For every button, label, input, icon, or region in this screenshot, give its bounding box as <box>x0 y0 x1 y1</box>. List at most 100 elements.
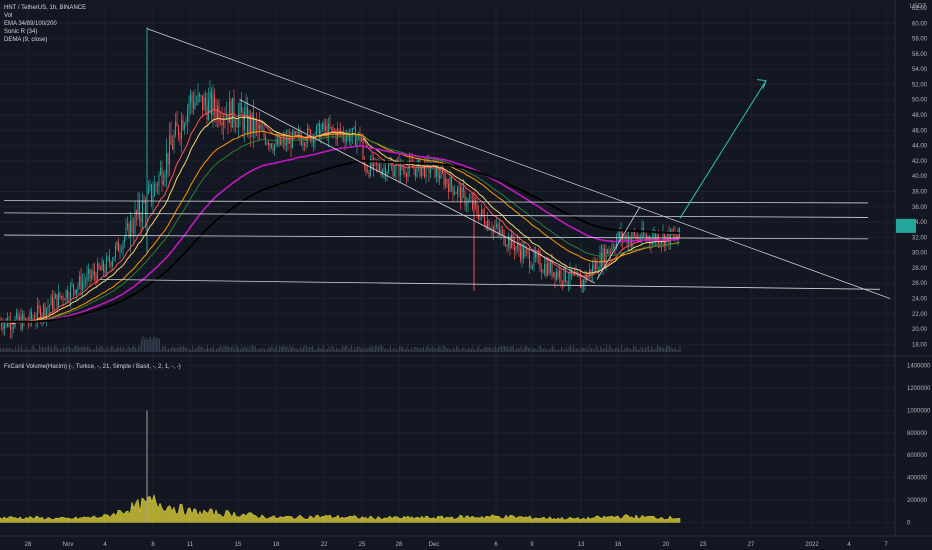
volume-bar <box>4 348 6 352</box>
volume-bar <box>360 348 361 352</box>
volume-bar <box>105 349 106 352</box>
volume-bar <box>231 347 232 352</box>
candle-body <box>592 265 593 276</box>
volume-bar <box>51 345 52 352</box>
volume-bar <box>445 347 447 352</box>
volume-bar <box>430 347 432 352</box>
indicator-dema[interactable]: DEMA (9, close) <box>4 36 86 44</box>
volume-bar <box>612 349 613 352</box>
volume-bar <box>592 348 594 352</box>
volume-bar <box>435 348 436 352</box>
candle-body <box>404 169 406 175</box>
volume-bar <box>81 347 82 352</box>
candle-body <box>19 316 20 321</box>
volume-bar <box>262 347 264 352</box>
indicator-vol[interactable]: Vol <box>4 12 86 20</box>
volume-bar <box>516 347 517 352</box>
candle-body <box>536 254 538 258</box>
candle-body <box>145 202 146 215</box>
volume-bar <box>418 348 420 352</box>
price-tick-label: 40.00 <box>912 174 928 180</box>
volume-bar <box>412 349 414 352</box>
candle-body <box>544 264 545 273</box>
volume-bar <box>237 345 238 352</box>
volume-bar <box>574 348 576 352</box>
candle-body <box>97 263 98 282</box>
volume-bar <box>258 349 259 352</box>
volume-bar <box>265 349 267 352</box>
candle-body <box>377 164 379 165</box>
candle-body <box>89 269 91 279</box>
candle-body <box>295 131 296 135</box>
volume-bar <box>256 348 258 352</box>
volume-bar <box>391 349 393 352</box>
candle-body <box>361 138 362 142</box>
volume-bar <box>6 347 7 352</box>
volume-bar <box>366 348 367 352</box>
candle-body <box>274 144 275 151</box>
volume-bar <box>345 345 346 352</box>
volume-bar <box>507 346 508 352</box>
current-price-box <box>896 218 916 233</box>
volume-bar <box>490 347 492 352</box>
volume-bar <box>520 345 522 352</box>
candle-body <box>482 209 484 216</box>
candle-body <box>476 204 478 214</box>
volume-bar <box>388 349 390 352</box>
indicator-sonic[interactable]: Sonic R (34) <box>4 28 86 36</box>
volume-bar <box>15 346 16 352</box>
volume-bar <box>30 349 31 352</box>
volume-bar <box>114 349 115 352</box>
candle-body <box>268 143 269 146</box>
candle-body <box>607 249 608 254</box>
volume-bar <box>649 349 651 352</box>
candle-body <box>554 272 556 280</box>
candle-body <box>533 252 535 266</box>
candle-body <box>296 131 298 134</box>
volume-bar <box>288 349 289 352</box>
volume-bar <box>181 347 183 352</box>
candle-body <box>200 95 202 96</box>
volume-bar <box>373 348 375 352</box>
volume-bar <box>456 345 457 352</box>
volume-bar <box>150 336 151 352</box>
volume-bar <box>75 345 76 352</box>
volume-bar <box>420 348 421 352</box>
time-tick-label: 16 <box>615 542 622 548</box>
volume-bar <box>37 349 39 352</box>
candle-body <box>590 269 592 276</box>
candle-body <box>421 168 422 177</box>
volume-bar <box>543 348 544 352</box>
volume-bar <box>243 348 244 352</box>
candle-body <box>362 138 364 163</box>
candle-body <box>374 158 376 160</box>
candle-body <box>113 256 115 261</box>
volume-legend[interactable]: FxCanli Volume(Hacim) (-, Turkce, -, 21,… <box>4 364 181 370</box>
volume-bar <box>145 336 147 352</box>
volume-bar <box>252 345 253 352</box>
volume-bar <box>667 345 669 352</box>
volume-bar <box>301 349 303 352</box>
symbol-title[interactable]: HNT / TetherUS, 1h, BINANCE <box>4 4 86 12</box>
candle-body <box>73 284 74 291</box>
volume-bar <box>235 345 237 352</box>
volume-bar <box>381 345 382 352</box>
volume-bar <box>267 348 268 352</box>
volume-bar <box>99 346 100 352</box>
volume-bar <box>600 346 601 352</box>
volume-bar <box>135 347 136 352</box>
volume-bar <box>567 349 568 352</box>
candle-body <box>190 94 191 104</box>
candle-body <box>523 246 524 258</box>
candle-body <box>244 112 245 131</box>
volume-bar <box>555 349 556 352</box>
candle-body <box>50 296 52 306</box>
volume-bar <box>273 349 274 352</box>
volume-bar <box>271 345 273 352</box>
candle-body <box>323 123 325 131</box>
volume-bar <box>423 346 424 352</box>
volume-bar <box>9 348 10 352</box>
volume-bar <box>634 346 636 352</box>
indicator-ema[interactable]: EMA 34/89/100/200 <box>4 20 86 28</box>
volume-bar <box>126 349 127 352</box>
